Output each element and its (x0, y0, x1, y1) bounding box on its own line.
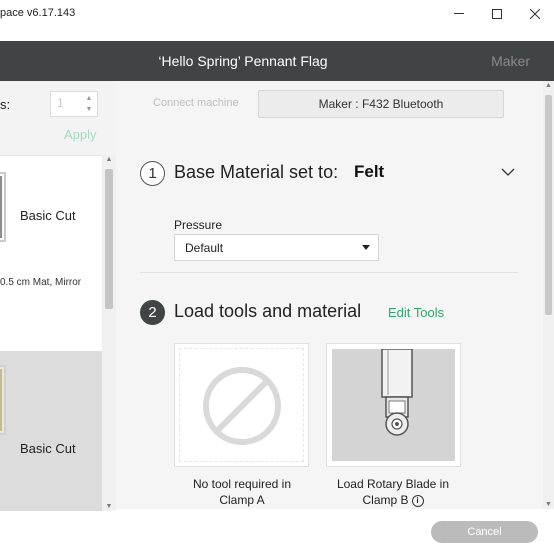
caption-line: Clamp A (219, 493, 265, 507)
scrollbar-thumb[interactable] (545, 95, 552, 315)
caption-line: Load Rotary Blade in (336, 477, 450, 491)
cancel-button[interactable]: Cancel (431, 521, 538, 543)
step-2-badge: 2 (140, 300, 165, 325)
tool-card-clamp-a (174, 343, 309, 467)
machine-type-label: Maker (491, 53, 530, 69)
prepare-footer: Cancel (116, 509, 554, 554)
scroll-down-icon[interactable]: ▼ (102, 503, 116, 510)
prepare-panel: Connect machine Maker : F432 Bluetooth 1… (116, 81, 554, 509)
prepare-scrollbar[interactable]: ▲ ▼ (543, 81, 554, 509)
mat-subtitle: 0.5 cm Mat, Mirror (0, 277, 82, 288)
copies-label: s: (0, 97, 11, 112)
pressure-value: Default (185, 241, 224, 255)
step-1-badge: 1 (140, 161, 165, 186)
mat-item-1[interactable]: Basic Cut 0.5 cm Mat, Mirror (0, 155, 102, 351)
tool-caption-clamp-b: Load Rotary Blade in Clamp Bi (313, 476, 473, 508)
stepper-down-icon[interactable]: ▼ (82, 104, 96, 115)
caption-line: Clamp B (362, 493, 409, 507)
step-2-title: Load tools and material (174, 301, 362, 321)
tool-card-clamp-b (326, 343, 461, 467)
mat-label: Basic Cut (20, 441, 76, 456)
apply-button[interactable]: Apply (64, 127, 97, 142)
copies-value: 1 (57, 96, 64, 110)
dropdown-arrow-icon (362, 245, 370, 250)
mat-label: Basic Cut (20, 208, 76, 223)
pressure-label: Pressure (174, 218, 223, 232)
stepper-up-icon[interactable]: ▲ (82, 93, 96, 104)
scroll-up-icon[interactable]: ▲ (102, 156, 116, 163)
window-titlebar: pace v6.17.143 (0, 0, 554, 41)
mat-item-2-selected[interactable]: Basic Cut (0, 351, 102, 511)
copies-section: s: 1 ▲ ▼ Apply (0, 81, 116, 155)
section-divider (140, 272, 518, 273)
machine-selector[interactable]: Maker : F432 Bluetooth (258, 90, 504, 118)
mat-thumbnail (0, 365, 6, 435)
caption-line: No tool required in (192, 477, 292, 491)
close-icon[interactable] (520, 4, 550, 24)
tool-caption-clamp-a: No tool required in Clamp A (162, 476, 322, 508)
chevron-down-icon[interactable] (501, 167, 515, 177)
material-name: Felt (354, 162, 385, 181)
left-footer (0, 511, 116, 554)
scroll-up-icon[interactable]: ▲ (543, 82, 554, 89)
minimize-icon[interactable] (444, 4, 474, 24)
rotary-blade-icon (381, 349, 413, 436)
edit-tools-link[interactable]: Edit Tools (388, 305, 444, 320)
maximize-icon[interactable] (482, 4, 512, 24)
scrollbar-thumb[interactable] (105, 169, 113, 309)
step-1-title: Base Material set to: (174, 162, 339, 182)
connect-machine-label: Connect machine (153, 97, 239, 109)
info-icon[interactable]: i (411, 494, 424, 507)
pressure-dropdown[interactable]: Default (174, 234, 379, 261)
scroll-down-icon[interactable]: ▼ (543, 501, 554, 508)
mat-list-panel: s: 1 ▲ ▼ Apply Basic Cut 0.5 cm Mat, Mir… (0, 81, 116, 554)
caption-line-with-info: Clamp Bi (313, 492, 473, 508)
mat-list-scrollbar[interactable]: ▲ ▼ (102, 155, 116, 511)
project-header: ‹ ‘Hello Spring’ Pennant Flag Maker (0, 41, 554, 81)
app-window: pace v6.17.143 ‹ ‘Hello Spring’ Pennant … (0, 0, 554, 554)
project-title: ‘Hello Spring’ Pennant Flag (158, 53, 328, 69)
app-title: pace v6.17.143 (0, 7, 76, 19)
mat-thumbnail (0, 172, 6, 242)
no-tool-icon (203, 367, 281, 445)
